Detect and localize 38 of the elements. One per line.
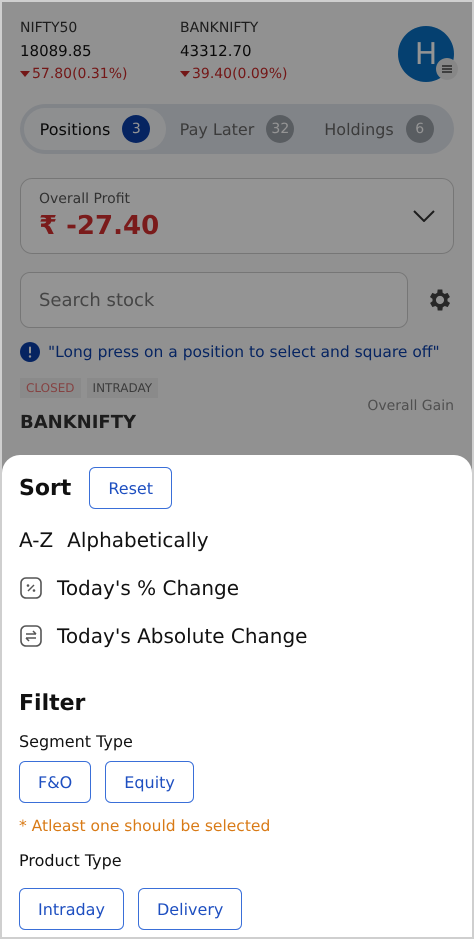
menu-icon[interactable] (436, 58, 458, 80)
index-value: 43312.70 (180, 42, 253, 60)
segment-label: Segment Type (19, 732, 134, 751)
sort-option[interactable]: Today's % Change (57, 576, 240, 600)
index-name: NIFTY50 (20, 20, 78, 36)
gain-label: Overall Gain (367, 398, 454, 414)
hint-text: "Long press on a position to select and square off" (48, 343, 440, 361)
swap-arrows-icon (19, 624, 43, 648)
sort-option[interactable]: Alphabetically (67, 528, 209, 552)
tab[interactable]: Positions 3 (24, 108, 166, 150)
chevron-down-icon[interactable] (413, 210, 435, 222)
index-change: 57.80(0.31%) (32, 66, 128, 82)
sort-title: Sort (19, 476, 72, 500)
info-icon (20, 342, 40, 362)
count-badge: 32 (266, 115, 294, 143)
index-change: 39.40(0.09%) (192, 66, 288, 82)
filter-chip[interactable]: F&O (19, 761, 92, 803)
count-badge: 3 (122, 115, 150, 143)
count-badge: 6 (406, 115, 434, 143)
profit-label: Overall Profit (39, 191, 131, 207)
percent-icon (19, 576, 43, 600)
sort-option[interactable]: Today's Absolute Change (57, 624, 308, 648)
index-value: 18089.85 (20, 42, 93, 60)
reset-button[interactable]: Reset (89, 467, 172, 509)
product-label: Product Type (19, 851, 123, 870)
profit-card[interactable]: Overall Profit ₹ -27.40 (20, 178, 454, 254)
search-field[interactable]: Search stock (20, 272, 408, 328)
filter-title: Filter (19, 691, 86, 716)
filter-chip[interactable]: Intraday (19, 888, 124, 930)
tag: CLOSED (20, 378, 81, 398)
filter-chip[interactable]: Delivery (138, 888, 242, 930)
filter-chip[interactable]: Equity (105, 761, 194, 803)
profit-value: ₹ -27.40 (39, 211, 160, 241)
sort-prefix: A-Z (19, 528, 54, 552)
tag: INTRADAY (86, 378, 158, 398)
warning-text: * Atleast one should be selected (19, 817, 272, 835)
index-name: BANKNIFTY (180, 20, 260, 36)
position-symbol: BANKNIFTY (20, 412, 136, 433)
